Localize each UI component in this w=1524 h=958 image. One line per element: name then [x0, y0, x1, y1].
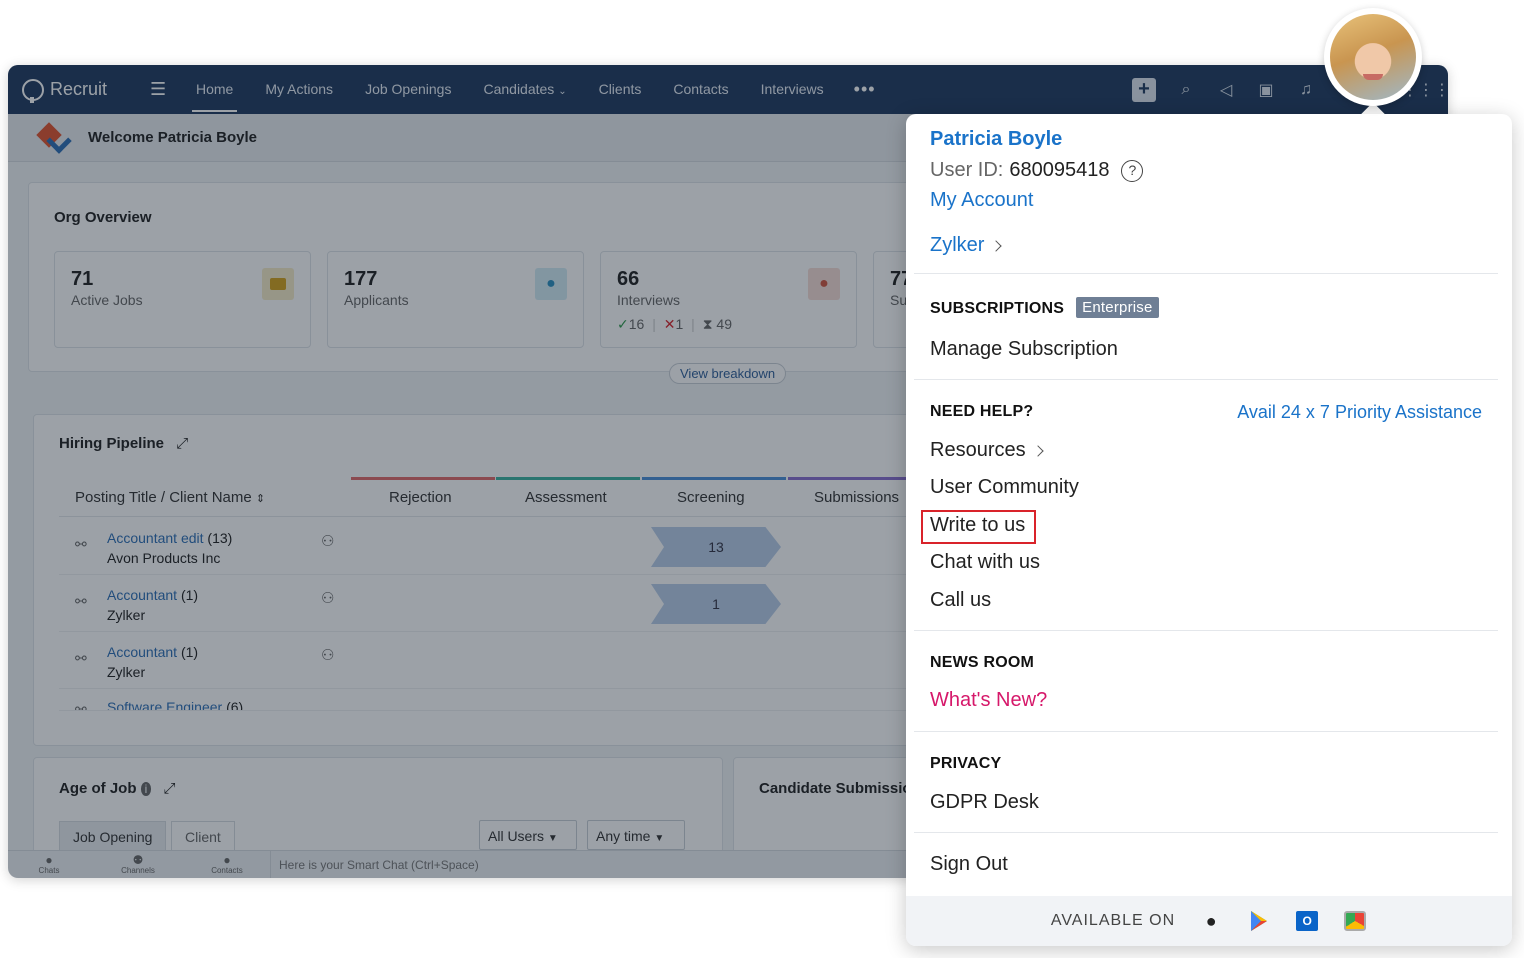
- news-room-heading: NEWS ROOM: [930, 654, 1035, 671]
- outlook-icon[interactable]: O: [1295, 909, 1319, 933]
- subscriptions-label: SUBSCRIPTIONS: [930, 300, 1065, 317]
- plan-badge: Enterprise: [1076, 297, 1159, 318]
- profile-avatar[interactable]: [1324, 8, 1422, 106]
- resources-label: Resources: [930, 439, 1026, 461]
- avatar-photo: [1330, 14, 1416, 100]
- gdpr-desk-link[interactable]: GDPR Desk: [930, 791, 1039, 814]
- available-on-bar: AVAILABLE ON ● O: [906, 896, 1512, 946]
- org-name: Zylker: [930, 234, 985, 256]
- help-icon[interactable]: ?: [1121, 159, 1144, 182]
- privacy-heading: PRIVACY: [930, 755, 1002, 772]
- chevron-right-icon: [1031, 445, 1044, 457]
- org-switcher[interactable]: Zylker: [930, 234, 1003, 257]
- divider: [914, 832, 1498, 833]
- divider: [914, 630, 1498, 631]
- my-account-link[interactable]: My Account: [930, 189, 1033, 212]
- manage-subscription-link[interactable]: Manage Subscription: [930, 338, 1118, 361]
- subscriptions-heading: SUBSCRIPTIONS Enterprise: [930, 297, 1159, 318]
- divider: [914, 731, 1498, 732]
- call-us-link[interactable]: Call us: [930, 589, 991, 612]
- chrome-store-icon[interactable]: [1343, 909, 1367, 933]
- available-on-label: AVAILABLE ON: [1050, 912, 1176, 929]
- user-community-link[interactable]: User Community: [930, 476, 1079, 499]
- chevron-right-icon: [990, 240, 1003, 252]
- apple-icon[interactable]: ●: [1199, 909, 1223, 933]
- user-id-label: User ID:: [930, 159, 1004, 181]
- sign-out-link[interactable]: Sign Out: [930, 853, 1008, 876]
- google-play-icon[interactable]: [1247, 909, 1271, 933]
- chat-with-us-link[interactable]: Chat with us: [930, 551, 1040, 574]
- write-to-us-link[interactable]: Write to us: [930, 514, 1025, 537]
- whats-new-link[interactable]: What's New?: [930, 689, 1047, 712]
- user-id-value: 680095418: [1009, 159, 1110, 181]
- divider: [914, 379, 1498, 380]
- profile-name: Patricia Boyle: [930, 128, 1063, 150]
- profile-popup: Patricia Boyle User ID: 680095418 ? My A…: [906, 114, 1512, 946]
- resources-link[interactable]: Resources: [930, 439, 1044, 462]
- divider: [914, 273, 1498, 274]
- priority-assistance-link[interactable]: Avail 24 x 7 Priority Assistance: [1237, 402, 1482, 423]
- need-help-heading: NEED HELP?: [930, 403, 1034, 420]
- user-id-row: User ID: 680095418 ?: [930, 159, 1144, 182]
